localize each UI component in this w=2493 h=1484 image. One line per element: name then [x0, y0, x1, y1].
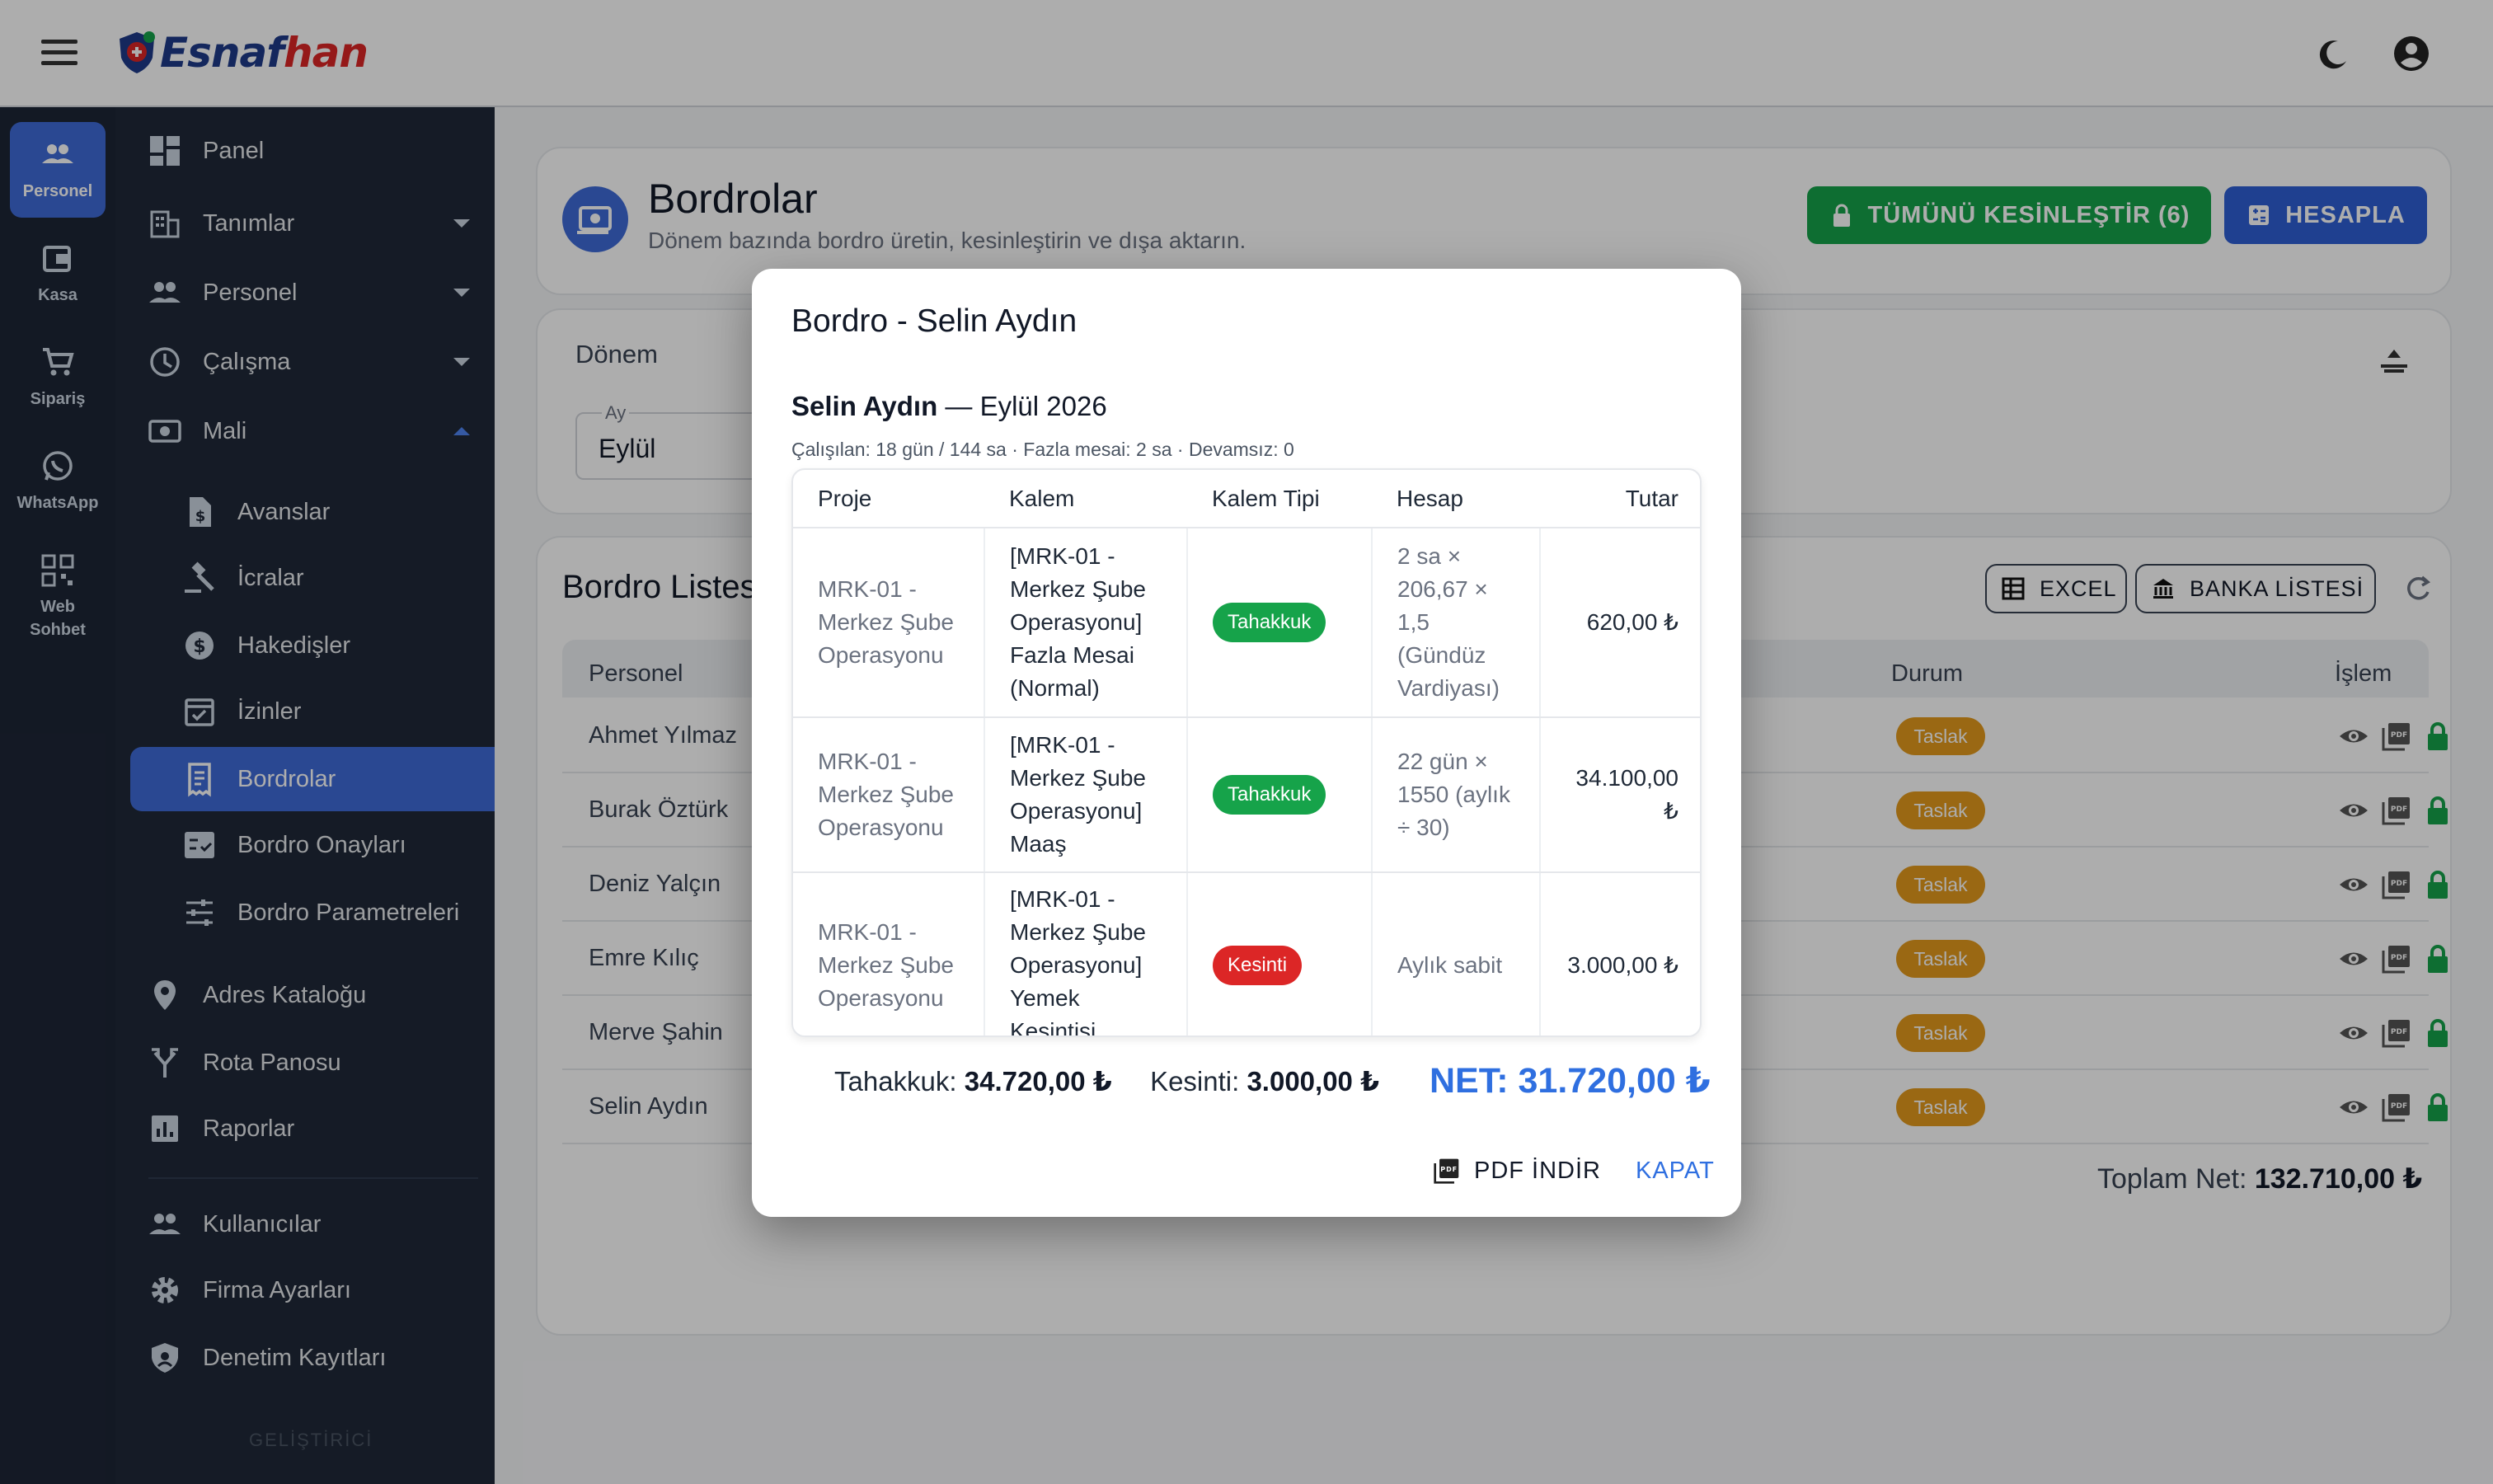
payroll-lines-table: Proje Kalem Kalem Tipi Hesap Tutar MRK-0… [791, 468, 1702, 1037]
download-pdf-button[interactable]: PDF PDF İNDİR [1433, 1153, 1601, 1189]
payroll-detail-dialog: Bordro - Selin Aydın Selin Aydın — Eylül… [752, 269, 1741, 1217]
column-header-item-type: Kalem Tipi [1187, 470, 1372, 528]
cell-item: [MRK-01 - Merkez Şube Operasyonu] Maaş [984, 717, 1188, 873]
cell-calc: 22 gün × 1550 (aylık ÷ 30) [1372, 717, 1541, 873]
cell-project: MRK-01 - Merkez Şube Operasyonu [793, 872, 985, 1036]
column-header-item: Kalem [984, 470, 1187, 528]
accrual-chip: Tahakkuk [1213, 775, 1326, 815]
cell-item: [MRK-01 - Merkez Şube Operasyonu] Yemek … [984, 872, 1188, 1036]
cell-project: MRK-01 - Merkez Şube Operasyonu [793, 528, 985, 718]
cell-amount: 3.000,00 ₺ [1567, 952, 1678, 978]
dialog-totals: Tahakkuk: 34.720,00 ₺ Kesinti: 3.000,00 … [834, 1065, 1379, 1097]
cell-project: MRK-01 - Merkez Şube Operasyonu [793, 717, 985, 873]
pdf-icon: PDF [1434, 1158, 1459, 1184]
net-total: NET: 31.720,00 ₺ [1430, 1061, 1711, 1101]
dialog-employee-name: Selin Aydın [791, 391, 938, 421]
cell-amount: 620,00 ₺ [1540, 528, 1700, 718]
svg-text:PDF: PDF [1440, 1166, 1458, 1173]
accrual-chip: Tahakkuk [1213, 603, 1326, 642]
cell-item: [MRK-01 - Merkez Şube Operasyonu] Fazla … [984, 528, 1188, 718]
accrual-total-value: 34.720,00 ₺ [964, 1066, 1112, 1097]
column-header-calc: Hesap [1372, 470, 1540, 528]
column-header-project: Proje [793, 470, 984, 528]
deduction-total-value: 3.000,00 ₺ [1246, 1066, 1380, 1097]
table-row: MRK-01 - Merkez Şube Operasyonu [MRK-01 … [793, 872, 1700, 1036]
deduction-chip: Kesinti [1213, 946, 1303, 985]
dialog-employee-period: Selin Aydın — Eylül 2026 [791, 391, 1107, 422]
table-row: MRK-01 - Merkez Şube Operasyonu [MRK-01 … [793, 717, 1700, 873]
table-row: MRK-01 - Merkez Şube Operasyonu [MRK-01 … [793, 528, 1700, 718]
cell-calc: 2 sa × 206,67 × 1,5 (Gündüz Vardiyası) [1372, 528, 1541, 718]
cell-item-type: Tahakkuk [1187, 717, 1373, 873]
dialog-work-stats: Çalışılan: 18 gün / 144 sa · Fazla mesai… [791, 439, 1294, 460]
dialog-title: Bordro - Selin Aydın [791, 303, 1077, 339]
close-dialog-button[interactable]: KAPAT [1636, 1158, 1715, 1185]
cell-item-type: Kesinti [1187, 872, 1373, 1036]
cell-item-type: Tahakkuk [1187, 528, 1373, 718]
cell-amount: 34.100,00 ₺ [1540, 717, 1700, 873]
dialog-period: — Eylül 2026 [937, 391, 1107, 421]
cell-calc: Aylık sabit [1372, 872, 1541, 1036]
deduction-total-label: Kesinti: [1150, 1066, 1240, 1097]
accrual-total-label: Tahakkuk: [834, 1066, 957, 1097]
download-pdf-label: PDF İNDİR [1474, 1157, 1601, 1184]
table-header-row: Proje Kalem Kalem Tipi Hesap Tutar [793, 470, 1700, 528]
column-header-amount: Tutar [1540, 470, 1700, 528]
